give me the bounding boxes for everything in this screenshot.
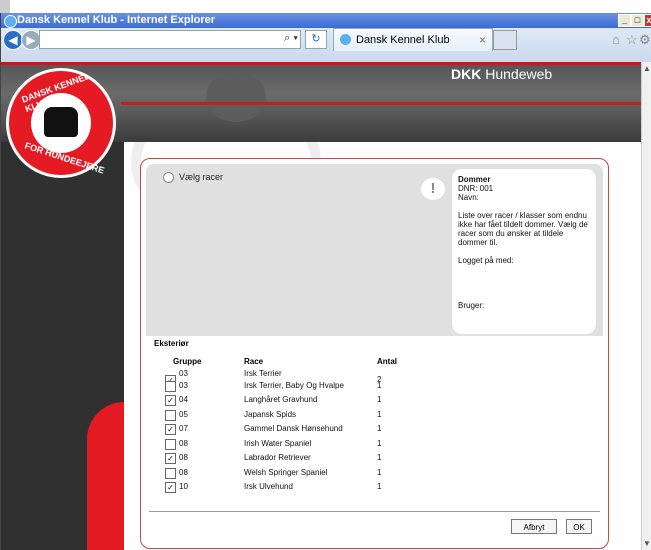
row-antal: 1 [377, 453, 382, 462]
banner-watermark [206, 72, 266, 122]
row-antal: 1 [377, 438, 382, 448]
row-gruppe: 05 [179, 409, 188, 419]
row-checkbox[interactable]: ✓ [165, 424, 176, 435]
close-tab-icon[interactable]: × [479, 29, 486, 51]
left-red-accent [87, 402, 124, 550]
info-logged-in: Logget på med: [458, 256, 514, 265]
col-race: Race [244, 357, 264, 366]
table-row: 03 Irsk Terrier, Baby Og Hvalpe 1 [165, 380, 465, 395]
cancel-button[interactable]: Afbryt [511, 519, 557, 534]
dkk-logo[interactable]: DANSK KENNEL KLUB FOR HUNDEEJERE [6, 68, 116, 178]
table-row: ✓ 08 Labrador Retriever 1 [165, 453, 465, 467]
row-gruppe: 07 [179, 424, 188, 433]
table-row: ✓ 07 Gammel Dansk Hønsehund 1 [165, 424, 465, 438]
ok-button[interactable]: OK [566, 519, 592, 534]
divider [149, 511, 600, 512]
row-race: Japansk Spids [244, 409, 297, 419]
row-checkbox[interactable]: ✓ [165, 453, 176, 464]
step-label: Vælg racer [179, 172, 224, 182]
close-button[interactable]: x [644, 14, 651, 27]
new-tab-button[interactable] [493, 30, 517, 50]
table-row: ✓ 10 Irsk Ulvehund 1 [165, 482, 465, 496]
row-gruppe: 10 [179, 482, 188, 491]
row-checkbox[interactable]: ✓ [165, 482, 176, 493]
row-race: Gammel Dansk Hønsehund [244, 424, 343, 433]
row-checkbox[interactable] [165, 467, 176, 479]
ie-icon [4, 15, 17, 28]
tab-dansk-kennel-klub[interactable]: Dansk Kennel Klub × [333, 28, 493, 51]
navigation-bar: ◀ ▶ ⌕ ▾ ↻ Dansk Kennel Klub × ⌂ ☆ ⚙ [1, 28, 651, 62]
select-breeds-dialog: Vælg racer ! Dommer DNR: 001 Navn: Liste… [140, 158, 609, 549]
site-title: DKK Hundeweb [451, 66, 553, 82]
row-gruppe: 08 [179, 438, 188, 448]
ie-tab-icon [340, 34, 351, 45]
table-header: Gruppe Race Antal [165, 357, 465, 369]
table-row: 05 Japansk Spids 1 [165, 409, 465, 424]
row-checkbox[interactable]: ✓ [165, 395, 176, 406]
page-content: DKK Hundeweb DANSK KENNEL KLUB FOR HUNDE… [1, 62, 641, 550]
col-antal: Antal [377, 357, 397, 366]
tab-label: Dansk Kennel Klub [356, 34, 450, 46]
row-gruppe: 08 [179, 453, 188, 462]
row-antal: 1 [377, 424, 382, 433]
step-icon [163, 172, 174, 184]
row-gruppe: 04 [179, 395, 188, 404]
dog-icon [44, 107, 78, 137]
table-row: ✓ 04 Langhåret Gravhund 1 [165, 395, 465, 409]
row-antal: 1 [377, 409, 382, 419]
forward-icon[interactable]: ▶ [21, 30, 41, 50]
favorites-icon[interactable]: ☆ [626, 32, 638, 48]
row-checkbox[interactable] [165, 409, 176, 421]
row-antal: 1 [377, 395, 382, 404]
table-row: 08 Welsh Springer Spaniel 1 [165, 467, 465, 482]
row-race: Labrador Retriever [244, 453, 311, 462]
row-gruppe: 08 [179, 467, 188, 477]
row-checkbox[interactable] [165, 438, 176, 450]
search-icon[interactable]: ⌕ ▾ [284, 32, 298, 45]
warning-icon: ! [421, 178, 445, 200]
row-race: Irsk Terrier, Baby Og Hvalpe [244, 380, 344, 390]
info-dnr: DNR: 001 [458, 184, 494, 193]
row-race: Irsk Ulvehund [244, 482, 293, 491]
row-race: Irish Water Spaniel [244, 438, 312, 448]
info-heading: Dommer [458, 175, 491, 184]
table-row: 08 Irish Water Spaniel 1 [165, 438, 465, 453]
row-antal: 1 [377, 482, 382, 491]
info-bruger: Bruger: [458, 301, 485, 310]
refresh-icon[interactable]: ↻ [305, 30, 327, 49]
section-title: Eksteriør [154, 339, 189, 348]
col-gruppe: Gruppe [173, 357, 202, 366]
row-race: Welsh Springer Spaniel [244, 467, 328, 477]
window-title: Dansk Kennel Klub - Internet Explorer [17, 14, 216, 26]
address-bar[interactable]: ⌕ ▾ [39, 30, 301, 49]
ie-window: Dansk Kennel Klub - Internet Explorer _ … [0, 13, 651, 550]
info-panel: Dommer DNR: 001 Navn: Liste over racer /… [452, 169, 596, 334]
row-antal: 1 [377, 380, 382, 390]
vertical-scrollbar[interactable]: ▲ ▼ [641, 62, 651, 550]
scroll-up-icon[interactable]: ▲ [643, 64, 651, 73]
row-gruppe: 03 [179, 369, 188, 378]
info-description: Liste over racer / klasser som endnu ikk… [458, 211, 588, 247]
row-gruppe: 03 [179, 380, 188, 390]
row-race: Langhåret Gravhund [244, 395, 318, 404]
dialog-header: Vælg racer ! Dommer DNR: 001 Navn: Liste… [146, 164, 603, 336]
maximize-button[interactable]: □ [631, 14, 644, 27]
row-checkbox[interactable] [165, 380, 176, 392]
row-race: Irsk Terrier [244, 369, 282, 378]
minimize-button[interactable]: _ [618, 14, 631, 27]
settings-icon[interactable]: ⚙ [639, 32, 651, 48]
back-icon[interactable]: ◀ [3, 30, 23, 50]
home-icon[interactable]: ⌂ [612, 32, 620, 47]
background-strip [0, 0, 651, 13]
row-antal: 1 [377, 467, 382, 477]
title-bar: Dansk Kennel Klub - Internet Explorer _ … [1, 13, 651, 28]
step-indicator: Vælg racer [163, 172, 224, 184]
info-navn: Navn: [458, 193, 479, 202]
scroll-down-icon[interactable]: ▼ [643, 539, 651, 548]
